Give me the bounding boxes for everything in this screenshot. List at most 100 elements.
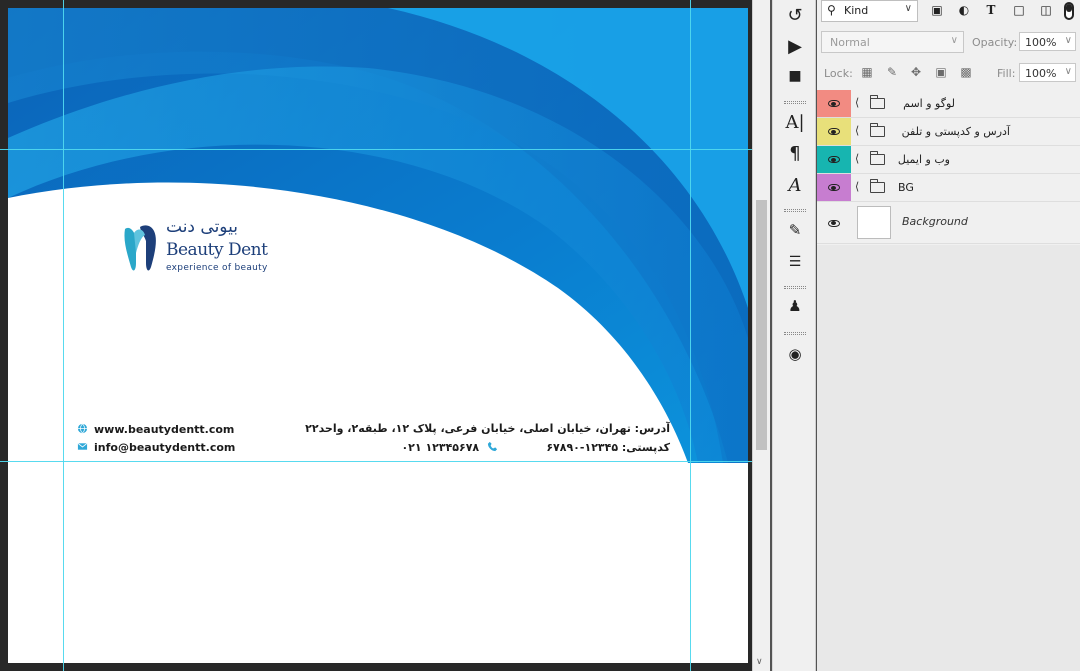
layer-name: لوگو و اسم: [903, 97, 955, 110]
layer-row[interactable]: ⟨ لوگو و اسم: [817, 90, 1080, 118]
website-text: www.beautydentt.com: [94, 423, 235, 436]
background-layer-row[interactable]: Background: [817, 202, 1080, 244]
color-icon[interactable]: ◉: [781, 342, 809, 366]
address-text: آدرس: تهران، خیابان اصلی، خیابان فرعی، پ…: [305, 422, 670, 435]
opacity-value: 100%: [1025, 36, 1057, 49]
blue-wave-background: [8, 8, 748, 663]
glyphs-icon[interactable]: A: [781, 173, 809, 197]
folder-icon: [870, 95, 885, 109]
layer-visibility-toggle[interactable]: [817, 146, 851, 173]
logo-persian-name: بیوتی دنت: [166, 217, 238, 237]
expand-arrow-icon[interactable]: ⟨: [855, 152, 859, 165]
panel-grip[interactable]: [784, 209, 806, 212]
chevron-down-icon: ∨: [1064, 35, 1072, 46]
play-action-icon[interactable]: ▶: [781, 34, 809, 58]
scrollbar-thumb[interactable]: [756, 200, 767, 450]
guide-horizontal-top[interactable]: [0, 149, 770, 150]
lock-label: Lock:: [824, 67, 853, 80]
chevron-down-icon: ∨: [950, 35, 958, 46]
panel-grip[interactable]: [784, 332, 806, 335]
lock-transparent-pixels-icon[interactable]: ▦: [859, 65, 875, 79]
brush-presets-icon[interactable]: ✎: [781, 218, 809, 242]
layer-filter-bar: ⚲ Kind ∨ ▣ ◐ T □ ◫: [817, 0, 1080, 26]
lock-all-icon[interactable]: ▩: [958, 65, 974, 79]
tooth-logo-icon: [124, 225, 156, 271]
layer-thumbnail: [857, 206, 891, 239]
eye-icon: [828, 156, 840, 163]
logo-tagline: experience of beauty: [166, 263, 268, 273]
eye-icon: [828, 219, 840, 227]
folder-icon: [870, 179, 885, 193]
lock-image-pixels-icon[interactable]: ✎: [884, 65, 900, 79]
folder-icon: [870, 151, 885, 165]
filter-kind-select[interactable]: ⚲ Kind ∨: [821, 0, 918, 22]
layer-visibility-toggle[interactable]: [817, 118, 851, 145]
pixel-layer-filter-icon[interactable]: ▣: [930, 3, 944, 17]
search-icon: ⚲: [827, 3, 836, 17]
document-artboard[interactable]: بیوتی دنت Beauty Dent experience of beau…: [8, 8, 748, 663]
chevron-down-icon: ∨: [904, 3, 912, 14]
layer-row[interactable]: ⟨ وب و ایمیل: [817, 146, 1080, 174]
website-line: www.beautydentt.com: [77, 423, 234, 436]
eye-icon: [828, 184, 840, 191]
fill-value: 100%: [1025, 67, 1057, 80]
history-brush-icon[interactable]: ↺: [781, 3, 809, 27]
fill-input[interactable]: 100% ∨: [1019, 63, 1076, 82]
phone-line: ۰۲۱ ۱۲۳۴۵۶۷۸: [401, 441, 498, 454]
plugin-icon[interactable]: ■: [781, 64, 809, 88]
expand-arrow-icon[interactable]: ⟨: [855, 96, 859, 109]
blend-mode-value: Normal: [830, 36, 870, 49]
guide-vertical-right[interactable]: [690, 0, 691, 671]
filter-kind-value: Kind: [844, 4, 869, 17]
eye-icon: [828, 128, 840, 135]
phone-icon: [487, 441, 498, 452]
adjustments-icon[interactable]: ☰: [781, 250, 809, 274]
layer-name: Background: [902, 215, 968, 228]
guide-horizontal-bottom[interactable]: [0, 461, 770, 462]
layer-row[interactable]: ⟨ آدرس و کدپستی و تلفن: [817, 118, 1080, 146]
vertical-scrollbar[interactable]: ∨: [752, 0, 770, 671]
folder-icon: [870, 123, 885, 137]
filter-toggle[interactable]: [1064, 2, 1074, 20]
panel-grip[interactable]: [784, 101, 806, 104]
eye-icon: [828, 100, 840, 107]
layers-empty-area[interactable]: [817, 245, 1080, 671]
logo-english-name: Beauty Dent: [166, 240, 268, 260]
layers-panel: ⚲ Kind ∨ ▣ ◐ T □ ◫ Normal ∨ Opacity: 100…: [817, 0, 1080, 671]
clone-source-icon[interactable]: ♟: [781, 294, 809, 318]
adjustment-layer-filter-icon[interactable]: ◐: [957, 3, 971, 17]
email-line: info@beautydentt.com: [77, 441, 235, 454]
globe-icon: [77, 423, 88, 434]
blend-mode-select[interactable]: Normal ∨: [821, 31, 964, 53]
panel-grip[interactable]: [784, 286, 806, 289]
layer-name: وب و ایمیل: [897, 153, 950, 166]
guide-vertical-left[interactable]: [63, 0, 64, 671]
layer-visibility-toggle[interactable]: [817, 174, 851, 201]
opacity-input[interactable]: 100% ∨: [1019, 32, 1076, 51]
opacity-label: Opacity:: [972, 36, 1018, 49]
smart-object-filter-icon[interactable]: ◫: [1039, 3, 1053, 17]
fill-label: Fill:: [997, 67, 1016, 80]
lock-position-icon[interactable]: ✥: [908, 65, 924, 79]
panel-icons-strip: ↺ ▶ ■ A| ¶ A ✎ ☰ ♟ ◉: [772, 0, 816, 671]
email-text: info@beautydentt.com: [94, 441, 236, 454]
layer-name: BG: [898, 181, 914, 194]
layer-name: آدرس و کدپستی و تلفن: [901, 125, 1010, 138]
lock-artboard-icon[interactable]: ▣: [933, 65, 949, 79]
phone-text: ۰۲۱ ۱۲۳۴۵۶۷۸: [401, 441, 480, 454]
type-layer-filter-icon[interactable]: T: [984, 3, 998, 17]
expand-arrow-icon[interactable]: ⟨: [855, 124, 859, 137]
shape-layer-filter-icon[interactable]: □: [1012, 3, 1026, 17]
expand-arrow-icon[interactable]: ⟨: [855, 180, 859, 193]
mail-icon: [77, 442, 88, 450]
layer-visibility-toggle[interactable]: [817, 90, 851, 117]
canvas-area[interactable]: بیوتی دنت Beauty Dent experience of beau…: [0, 0, 770, 671]
layer-row[interactable]: ⟨ BG: [817, 174, 1080, 202]
logo: بیوتی دنت Beauty Dent experience of beau…: [121, 213, 281, 283]
character-icon[interactable]: A|: [781, 110, 809, 134]
scroll-down-arrow-icon[interactable]: ∨: [756, 657, 763, 667]
postal-code-text: کدپستی: ۱۲۳۴۵-۶۷۸۹۰: [546, 441, 670, 454]
paragraph-icon[interactable]: ¶: [781, 141, 809, 165]
layer-visibility-toggle[interactable]: [817, 202, 851, 244]
chevron-down-icon: ∨: [1064, 66, 1072, 77]
